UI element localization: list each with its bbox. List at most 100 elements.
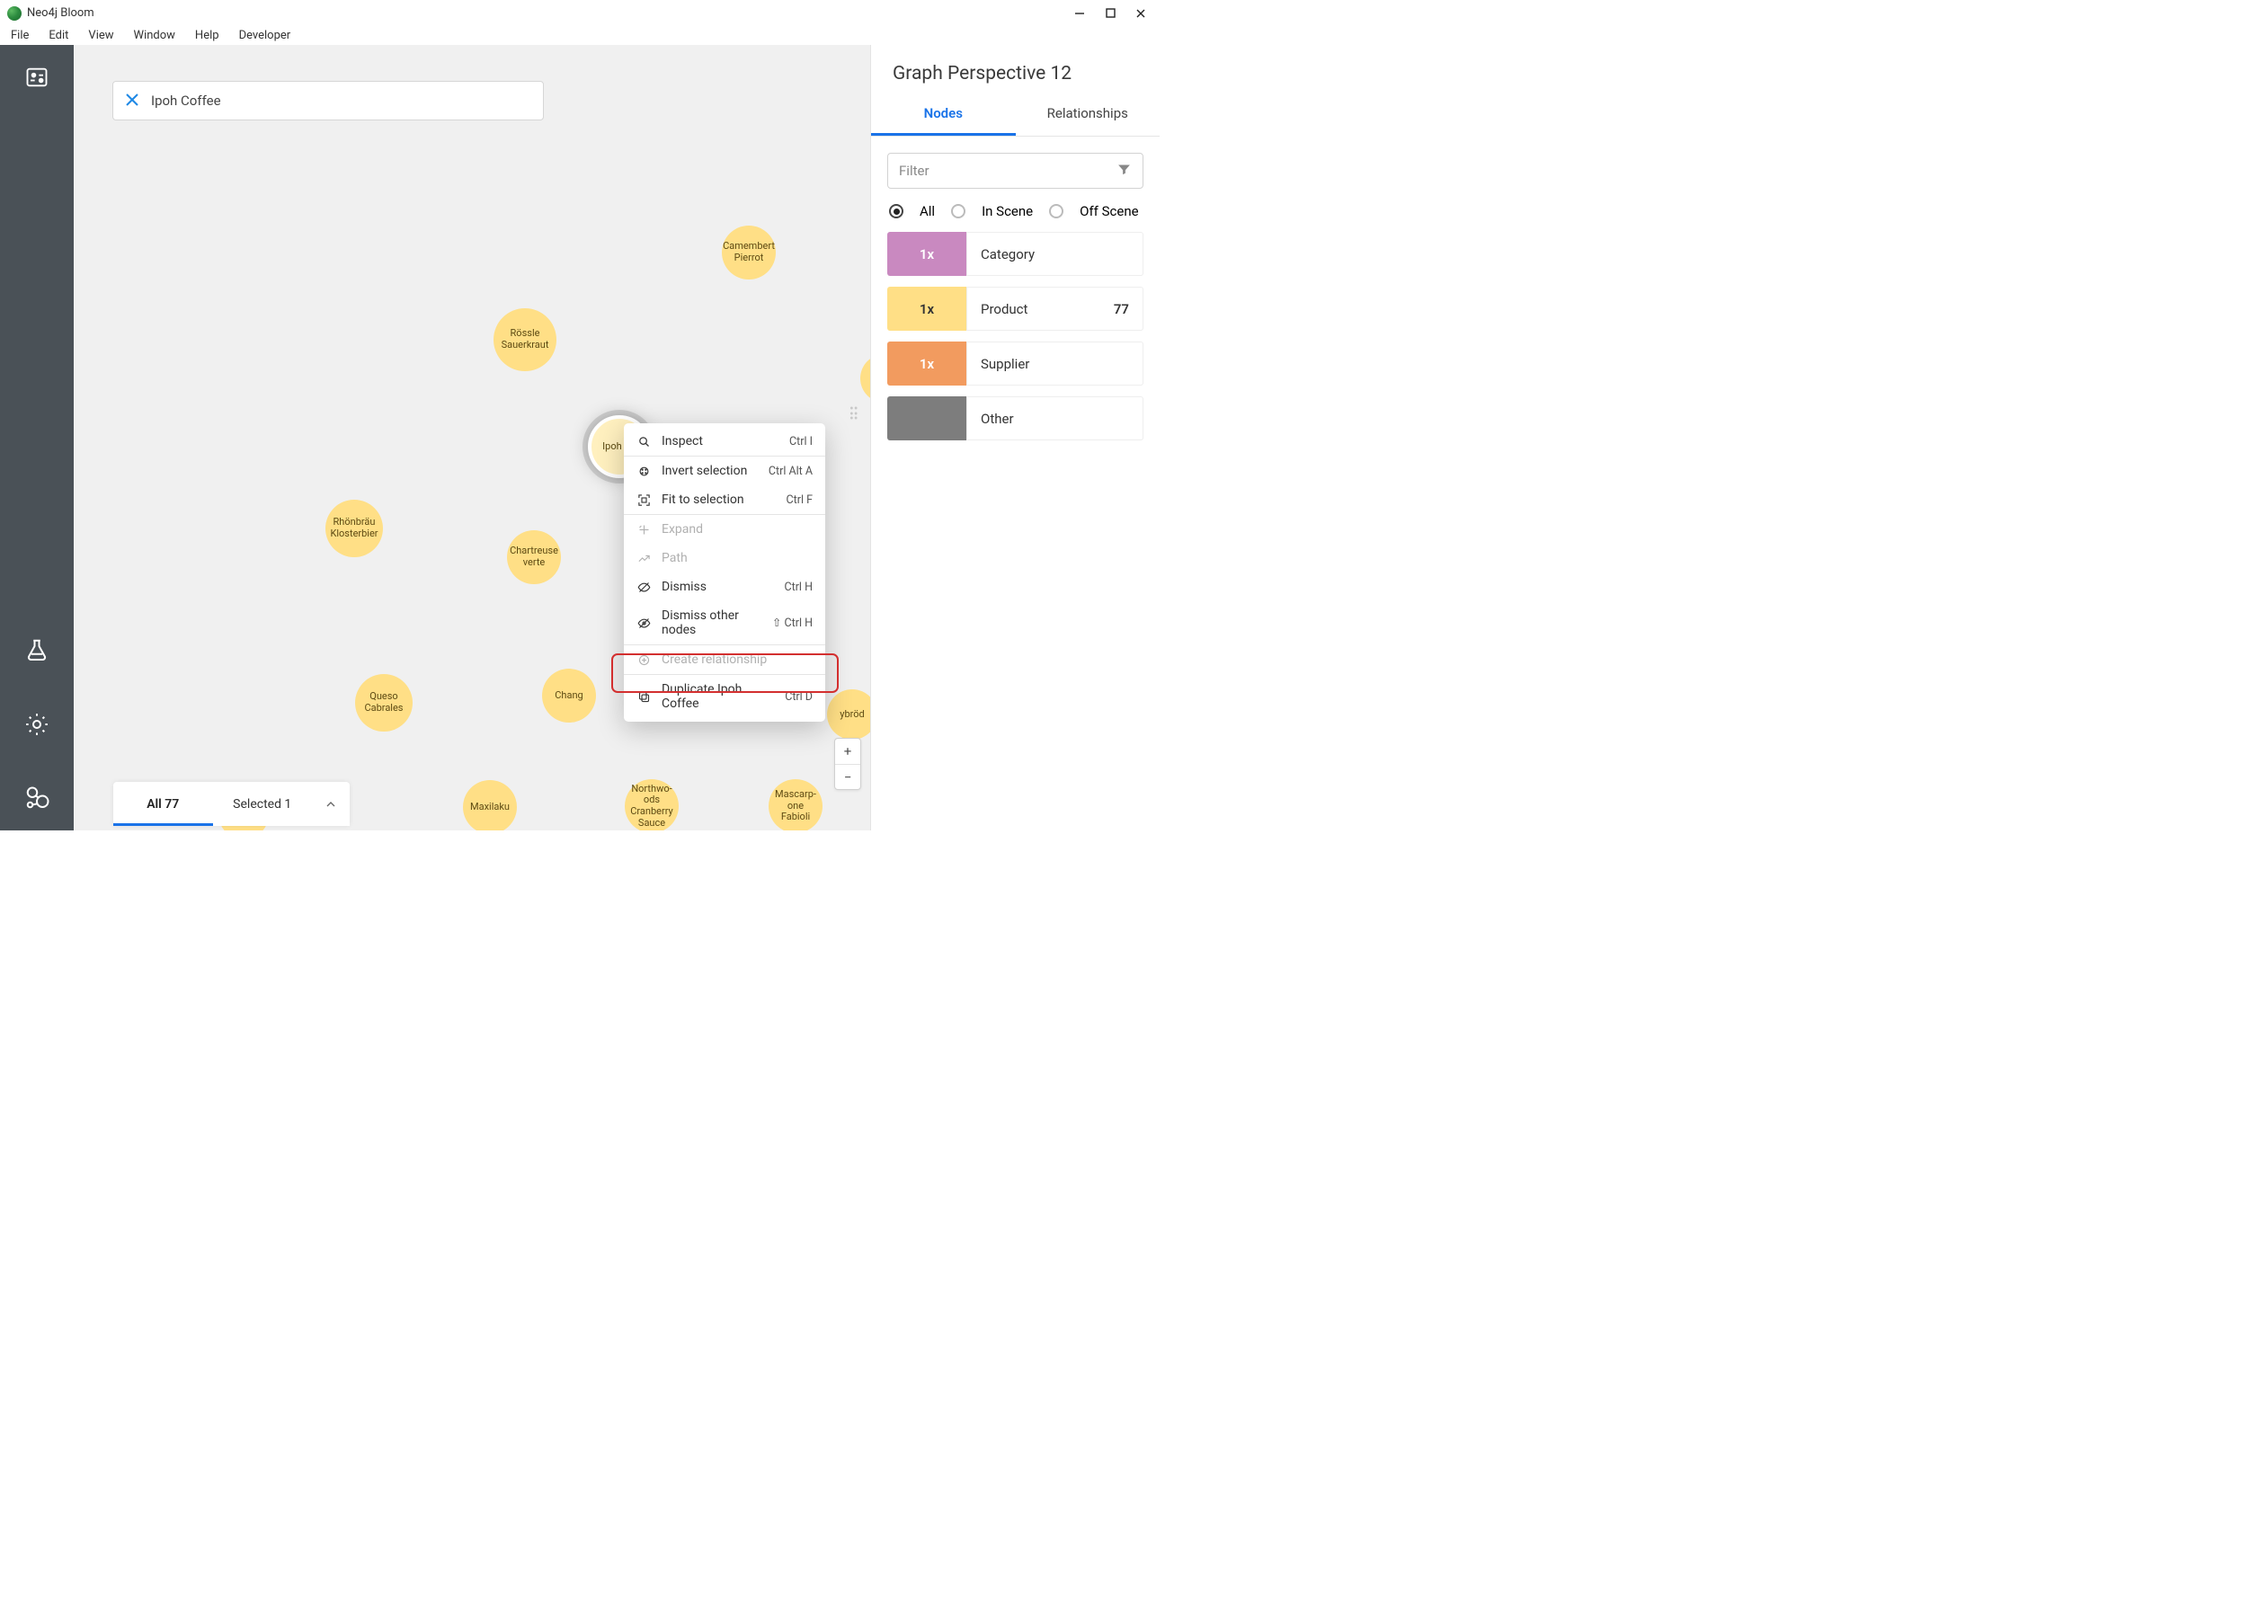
graph-node[interactable]: Chang [542,669,596,723]
titlebar: Neo4j Bloom [0,0,1160,26]
category-row[interactable]: 1x Product 77 [887,287,1143,331]
create-rel-icon [636,653,651,667]
ctx-label: Expand [662,522,813,537]
category-row[interactable]: Other [887,396,1143,440]
ctx-label: Duplicate Ipoh Coffee [662,682,774,711]
right-panel-tabs: Nodes Relationships [871,93,1160,137]
ctx-dismiss-other-nodes[interactable]: Dismiss other nodes ⇧ Ctrl H [624,601,825,644]
expand-selection-card-icon[interactable] [312,797,350,812]
expand-icon [636,523,651,537]
graph-node[interactable]: Rössle Sauerkraut [494,308,556,371]
category-label: Category [981,246,1035,262]
radio-off-scene[interactable] [1049,204,1063,218]
graph-icon[interactable] [18,779,56,817]
category-swatch: 1x [887,287,966,331]
ctx-shortcut: Ctrl Alt A [769,465,813,478]
tab-all[interactable]: All 77 [113,782,213,826]
radio-in-scene[interactable] [951,204,965,218]
right-panel: Graph Perspective 12 Nodes Relationships… [870,45,1160,830]
category-row[interactable]: 1x Supplier [887,342,1143,386]
dismiss-icon [636,581,651,594]
ctx-fit-to-selection[interactable]: Fit to selection Ctrl F [624,485,825,514]
graph-node[interactable]: Maxilaku [463,780,517,830]
graph-node[interactable]: ybröd [827,689,870,740]
graph-canvas[interactable]: Ipoh Coffee Camembert Pierrot Rössle Saue… [74,45,870,830]
menu-file[interactable]: File [4,29,36,42]
graph-node[interactable]: Rhönbräu Klosterbier [325,500,383,557]
neo4j-logo-icon [7,6,22,21]
ctx-label: Create relationship [662,652,813,667]
category-label: Other [981,411,1014,427]
ctx-label: Fit to selection [662,493,775,507]
drag-handle-icon[interactable]: •••••• [849,407,858,422]
zoom-out-button[interactable]: − [835,764,860,789]
flask-icon[interactable] [18,632,56,670]
ctx-label: Inspect [662,434,778,448]
scope-radio-group: All In Scene Off Scene [871,200,1160,232]
ctx-create-relationship: Create relationship [624,645,825,674]
ctx-inspect[interactable]: Inspect Ctrl I [624,427,825,456]
filter-icon [1116,162,1132,181]
search-icon [636,435,651,448]
perspective-title: Graph Perspective 12 [871,45,1160,93]
fit-icon [636,493,651,507]
radio-all[interactable] [889,204,903,218]
duplicate-icon [636,690,651,704]
category-row[interactable]: 1x Category [887,232,1143,276]
ctx-shortcut: Ctrl F [786,493,813,507]
menu-help[interactable]: Help [188,29,227,42]
filter-placeholder: Filter [899,163,929,179]
context-menu: Inspect Ctrl I Invert selection Ctrl Alt A F… [624,423,825,722]
minimize-button[interactable] [1073,7,1086,20]
graph-node[interactable]: Camembert Pierrot [722,226,776,280]
invert-icon [636,465,651,478]
zoom-in-button[interactable]: + [835,739,860,764]
ctx-label: Dismiss [662,580,773,594]
zoom-controls: + − [834,738,861,790]
clear-search-icon[interactable] [126,93,138,110]
category-swatch: 1x [887,232,966,276]
ctx-invert-selection[interactable]: Invert selection Ctrl Alt A [624,457,825,485]
ctx-shortcut: Ctrl I [789,435,813,448]
ctx-dismiss[interactable]: Dismiss Ctrl H [624,572,825,601]
selection-card: All 77 Selected 1 [113,782,350,826]
ctx-shortcut: Ctrl D [785,690,813,704]
menu-developer[interactable]: Developer [232,29,298,42]
tab-nodes[interactable]: Nodes [871,93,1016,136]
search-bar[interactable]: Ipoh Coffee [112,81,544,120]
search-text: Ipoh Coffee [151,93,221,109]
menu-window[interactable]: Window [127,29,182,42]
graph-node[interactable]: S [860,354,870,403]
close-button[interactable] [1134,7,1147,20]
window-controls [1073,7,1152,20]
tab-selected[interactable]: Selected 1 [213,782,313,826]
menu-view[interactable]: View [81,29,120,42]
ctx-shortcut: ⇧ Ctrl H [772,616,813,630]
gear-icon[interactable] [18,706,56,743]
menubar: File Edit View Window Help Developer [0,26,1160,45]
maximize-button[interactable] [1104,7,1116,20]
left-sidebar [0,45,74,830]
category-swatch: 1x [887,342,966,386]
tab-relationships[interactable]: Relationships [1016,93,1161,136]
ctx-expand: Expand [624,515,825,544]
ctx-duplicate-ipoh-coffee[interactable]: Duplicate Ipoh Coffee Ctrl D [624,675,825,718]
category-count: 77 [1114,301,1129,317]
ctx-label: Invert selection [662,464,758,478]
category-label: Supplier [981,356,1029,372]
ctx-shortcut: Ctrl H [784,581,813,594]
category-swatch [887,396,966,440]
graph-node[interactable]: Mascarp-one Fabioli [769,779,823,830]
app-title: Neo4j Bloom [27,6,94,20]
graph-node[interactable]: Queso Cabrales [355,674,413,732]
path-icon [636,552,651,565]
menu-edit[interactable]: Edit [41,29,76,42]
category-label: Product [981,301,1027,317]
ctx-path: Path [624,544,825,572]
ctx-label: Dismiss other nodes [662,608,761,637]
graph-node[interactable]: Northwo-ods Cranberry Sauce [625,779,679,830]
filter-input[interactable]: Filter [887,153,1143,189]
perspective-icon[interactable] [18,58,56,96]
ctx-label: Path [662,551,813,565]
graph-node[interactable]: Chartreuse verte [507,530,561,584]
